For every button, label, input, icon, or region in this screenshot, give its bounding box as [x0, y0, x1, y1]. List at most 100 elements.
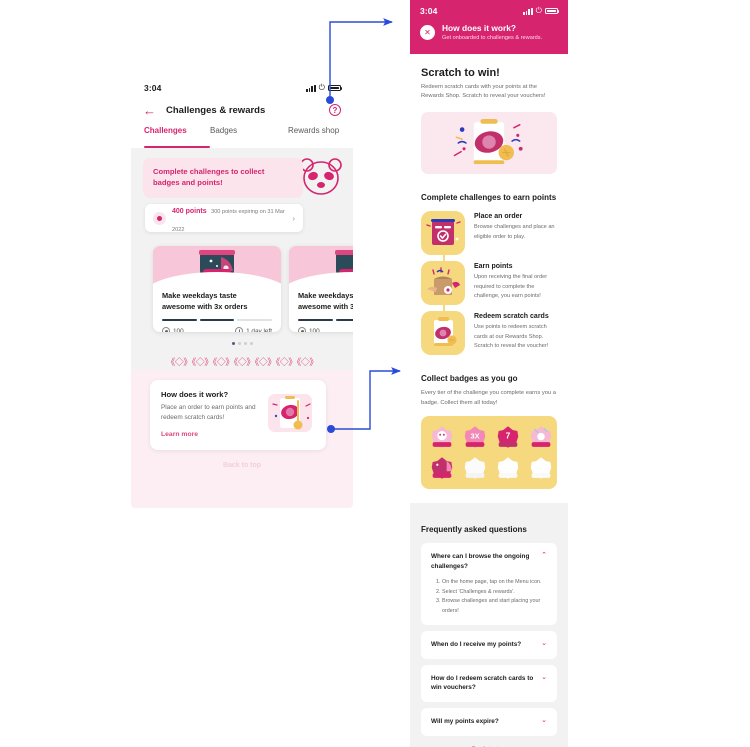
signal-icon [523, 7, 533, 15]
onboarding-panel: 3:04 ⏻ ✕ How does it work? Get onboarded… [410, 0, 568, 747]
badge-veggie-power[interactable] [428, 424, 456, 450]
tab-bar: Challenges Badges Rewards shop [131, 124, 353, 148]
chevron-down-icon[interactable]: ⌄ [541, 640, 547, 647]
challenge-card-title: Make weekdays taste awesome with 3x orde… [298, 291, 353, 311]
badges-body: Every tier of the challenge you complete… [421, 390, 557, 406]
challenge-card-title: Make weekdays taste awesome with 3x orde… [162, 291, 248, 311]
panel-status-bar: 3:04 ⏻ [420, 6, 560, 16]
points-coin-icon [153, 211, 166, 225]
faq-answer-step: On the home page, tap on the Menu icon. [442, 578, 547, 587]
carousel-dots[interactable] [131, 342, 353, 345]
phone-mockup: 3:04 ⏻ ← Challenges & rewards ? Challeng… [131, 76, 353, 508]
points-icon [298, 327, 306, 332]
step-place-an-order: Place an order Browse challenges and pla… [421, 211, 557, 256]
how-does-it-work-card[interactable]: How does it work? Place an order to earn… [150, 380, 326, 450]
svg-text:7: 7 [506, 430, 511, 440]
step-title: Redeem scratch cards [474, 313, 549, 321]
faq-question: Will my points expire? [431, 718, 499, 726]
battery-icon [328, 84, 343, 92]
points-title: 400 points [172, 208, 207, 215]
panel-main: Scratch to win! Redeem scratch cards wit… [410, 53, 568, 504]
faq-item-browse-challenges[interactable]: Where can I browse the ongoing challenge… [421, 543, 557, 626]
badges-heading: Collect badges as you go [421, 374, 518, 384]
faq-section: Frequently asked questions Where can I b… [410, 513, 568, 747]
challenge-points: 100 [298, 327, 320, 332]
wifi-icon: ⏻ [535, 6, 542, 15]
badge-locked[interactable] [527, 455, 555, 481]
scratch-body: Redeem scratch cards with your points at… [421, 83, 546, 100]
chevron-up-icon[interactable]: ⌃ [541, 552, 547, 559]
panel-header: 3:04 ⏻ ✕ How does it work? Get onboarded… [410, 0, 568, 54]
faq-question: When do I receive my points? [431, 641, 522, 649]
promo-banner: Complete challenges to collect badges an… [143, 158, 303, 198]
step-body: Use points to redeem scratch cards at ou… [474, 324, 549, 349]
panel-subtitle: Get onboarded to challenges & rewards. [442, 34, 543, 41]
challenge-progress-bar [298, 319, 353, 322]
chevron-down-icon[interactable]: ⌄ [541, 717, 547, 724]
diamond-ribbon-divider: 《◇》《◇》《◇》《◇》《◇》《◇》《◇》 [166, 356, 318, 367]
back-arrow-icon[interactable]: ← [143, 104, 156, 117]
panel-divider [410, 503, 568, 514]
faq-answer-step: Select 'Challenges & rewards'. [442, 588, 547, 597]
challenge-card-hero [153, 246, 281, 284]
close-icon[interactable]: ✕ [420, 25, 435, 41]
scratch-hero [421, 111, 557, 174]
challenge-card[interactable]: Make weekdays taste awesome with 3x orde… [289, 246, 353, 332]
step-redeem-scratch-cards: Redeem scratch cards Use points to redee… [421, 311, 557, 356]
scratch-card-art [268, 394, 312, 432]
step-earn-points: Earn points Upon receiving the final ord… [421, 261, 557, 306]
redeem-scratch-cards-icon [421, 311, 465, 356]
faq-heading: Frequently asked questions [421, 525, 527, 535]
phone-status-bar: 3:04 ⏻ [131, 76, 353, 96]
badge-locked[interactable] [494, 455, 522, 481]
points-card[interactable]: 400 points 300 points expiring on 31 Mar… [145, 204, 303, 233]
earn-points-icon [421, 261, 465, 306]
faq-item-receive-points[interactable]: When do I receive my points? ⌄ [421, 631, 557, 659]
chevron-down-icon[interactable]: ⌄ [541, 674, 547, 681]
tab-badges[interactable]: Badges [210, 126, 288, 148]
challenge-card[interactable]: Make weekdays taste awesome with 3x orde… [153, 246, 281, 332]
status-time: 3:04 [144, 83, 162, 93]
badge-seven-eleven[interactable]: 7 [494, 424, 522, 450]
step-body: Browse challenges and place an eligible … [474, 224, 555, 240]
badge-morning-booster[interactable]: 3X [461, 424, 489, 450]
faq-question: Where can I browse the ongoing challenge… [431, 553, 530, 570]
badges-grid: 3X 7 [421, 416, 557, 490]
challenge-card-hero [289, 246, 353, 284]
step-title: Place an order [474, 213, 523, 221]
badge-midnight-munchies[interactable] [428, 455, 456, 481]
ghost-back-to-top: Back to top [222, 462, 262, 469]
how-card-body: Place an order to earn points and redeem… [161, 404, 256, 422]
status-time: 3:04 [420, 6, 438, 16]
points-icon [162, 327, 170, 332]
badge-snack-attack[interactable] [527, 424, 555, 450]
scratch-heading: Scratch to win! [421, 66, 500, 79]
faq-question: How do I redeem scratch cards to win vou… [431, 674, 534, 692]
faq-item-points-expire[interactable]: Will my points expire? ⌄ [421, 708, 557, 736]
help-circle-icon[interactable]: ? [329, 104, 341, 116]
page-title: Challenges & rewards [166, 104, 266, 116]
page-root: 3:04 ⏻ ← Challenges & rewards ? Challeng… [0, 0, 750, 747]
challenge-points: 100 [162, 327, 184, 332]
faq-item-redeem-scratch-cards[interactable]: How do I redeem scratch cards to win vou… [421, 664, 557, 703]
battery-icon [545, 7, 560, 15]
status-icons: ⏻ [306, 83, 343, 92]
wifi-icon: ⏻ [318, 83, 325, 92]
challenges-heading: Complete challenges to earn points [421, 192, 557, 202]
panel-title: How does it work? [442, 23, 516, 33]
faq-answer-step: Browse challenges and start placing your… [442, 597, 547, 616]
place-order-icon [421, 211, 465, 256]
phone-content: Complete challenges to collect badges an… [131, 148, 353, 508]
faq-answer-steps: On the home page, tap on the Menu icon. … [442, 578, 547, 616]
step-body: Upon receiving the final order required … [474, 274, 548, 299]
step-title: Earn points [474, 263, 513, 271]
tab-rewards-shop[interactable]: Rewards shop [288, 126, 339, 148]
clock-icon [235, 327, 244, 332]
chevron-right-icon: › [292, 213, 295, 223]
tab-challenges[interactable]: Challenges [144, 126, 210, 148]
svg-text:3X: 3X [470, 431, 479, 440]
panda-mascot-icon [300, 158, 342, 195]
badge-locked[interactable] [461, 455, 489, 481]
challenge-time-left: 1 day left [235, 327, 272, 332]
connector-layer [326, 18, 401, 433]
